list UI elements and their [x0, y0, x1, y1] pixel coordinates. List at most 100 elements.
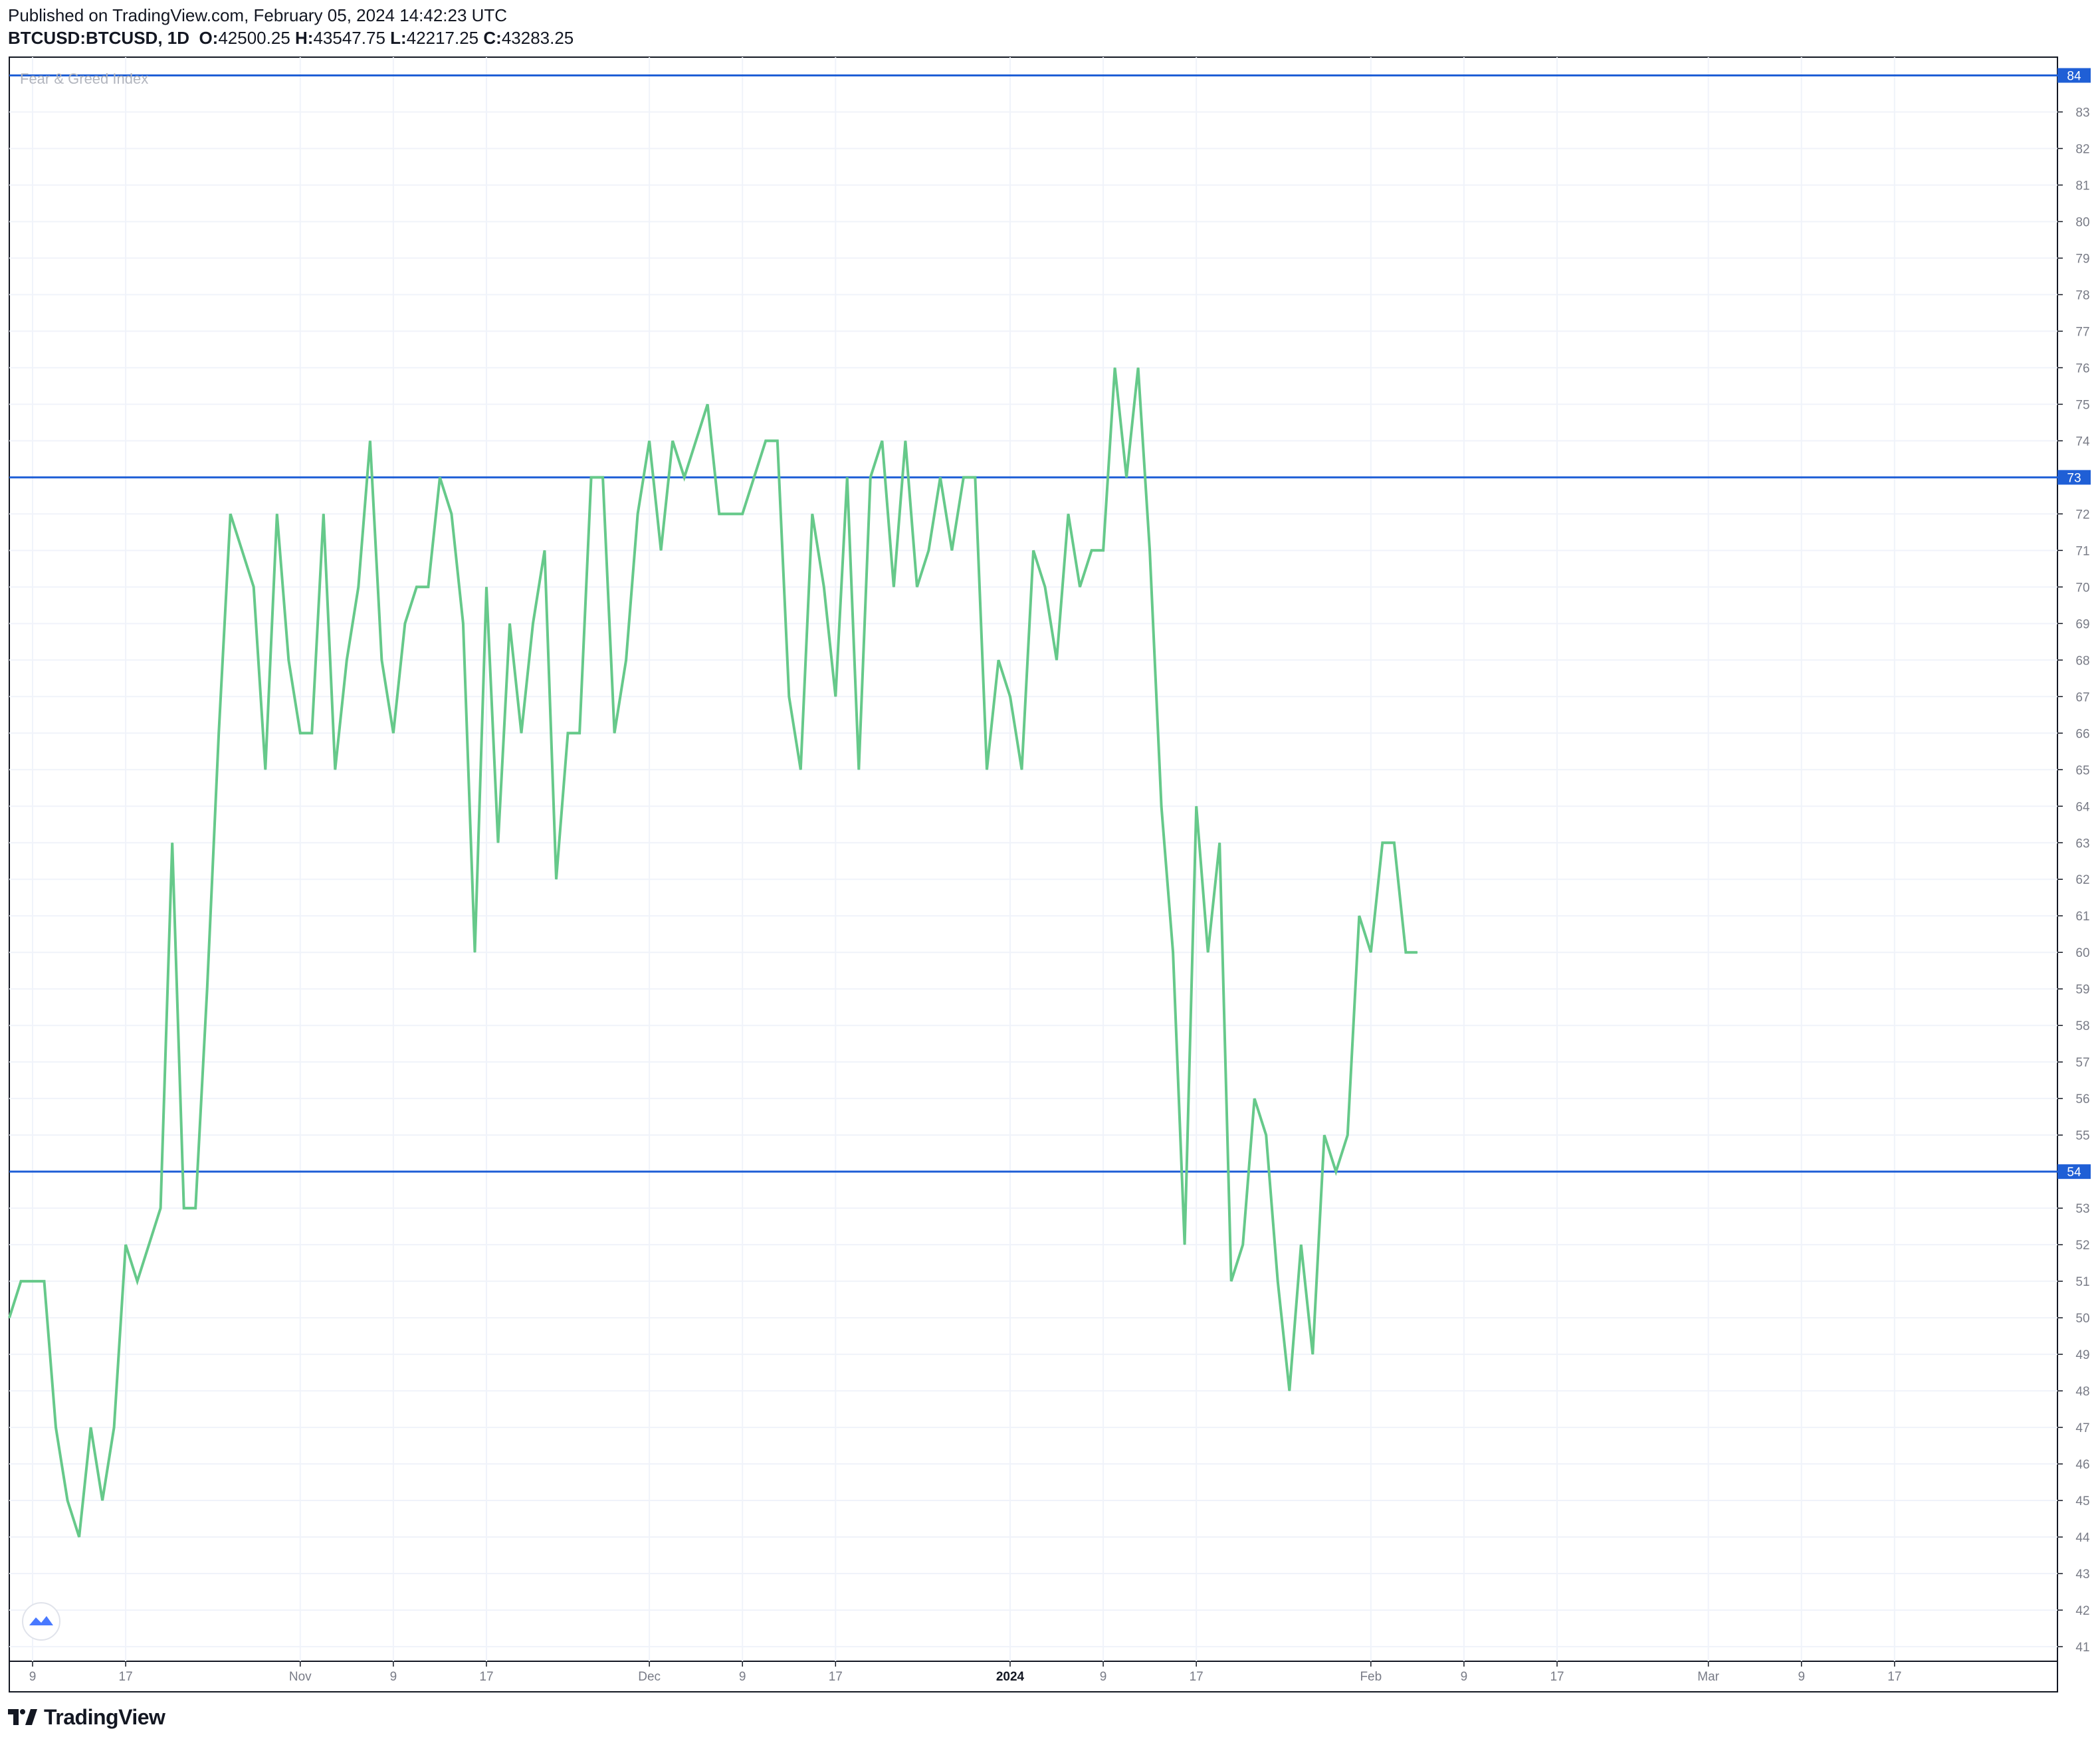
data-point — [974, 476, 976, 478]
y-tick-label: 71 — [2075, 544, 2089, 558]
y-tick-label: 64 — [2075, 800, 2090, 814]
brand-name: TradingView — [44, 1704, 165, 1729]
y-axis: 41 42 43 44 45 46 47 48 49 50 51 52 53 54 55 56 57 58 59 60… — [2057, 69, 2090, 1655]
y-tick-label: 44 — [2075, 1531, 2090, 1545]
y-tick-label: 67 — [2075, 690, 2089, 704]
data-point — [1114, 367, 1116, 368]
y-tick-label: 57 — [2075, 1056, 2089, 1070]
y-tick-label: 83 — [2075, 106, 2089, 120]
y-tick-label: 43 — [2075, 1568, 2089, 1582]
y-tick-label: 75 — [2075, 398, 2089, 412]
data-point — [381, 659, 382, 661]
data-point — [474, 952, 475, 953]
data-point — [264, 769, 266, 770]
data-point — [521, 732, 522, 734]
data-point — [1254, 1098, 1255, 1099]
y-tick-label: 80 — [2075, 215, 2089, 229]
data-point — [1021, 769, 1022, 770]
hline-price-label: 54 — [2067, 1166, 2081, 1179]
data-point — [614, 732, 615, 734]
x-tick-label: 9 — [29, 1670, 37, 1684]
data-point — [835, 696, 836, 697]
y-tick-label: 51 — [2075, 1275, 2089, 1289]
data-point — [346, 659, 348, 661]
data-point — [1370, 952, 1372, 953]
y-tick-label: 48 — [2075, 1385, 2089, 1399]
data-point — [544, 550, 546, 551]
data-point — [67, 1500, 68, 1501]
data-point — [160, 1207, 161, 1209]
data-point — [1126, 476, 1127, 478]
data-point — [1417, 952, 1418, 953]
x-tick-label: 17 — [479, 1670, 493, 1684]
data-point — [1312, 1354, 1313, 1355]
data-point — [1277, 1280, 1279, 1282]
y-tick-label: 41 — [2075, 1641, 2089, 1655]
data-point — [1347, 1134, 1348, 1136]
y-tick-label: 78 — [2075, 288, 2089, 302]
y-tick-label: 82 — [2075, 142, 2089, 156]
y-tick-label: 79 — [2075, 252, 2089, 266]
x-tick-label: 9 — [1100, 1670, 1107, 1684]
x-tick-label: 9 — [390, 1670, 397, 1684]
y-tick-label: 66 — [2075, 727, 2089, 741]
data-point — [137, 1280, 138, 1282]
y-tick-label: 56 — [2075, 1092, 2089, 1106]
x-tick-label: 9 — [1798, 1670, 1805, 1684]
y-tick-label: 46 — [2075, 1458, 2089, 1472]
tv-logo-icon — [22, 1602, 60, 1641]
x-tick-label: 17 — [829, 1670, 843, 1684]
y-tick-label: 62 — [2075, 873, 2089, 887]
data-point — [1161, 805, 1162, 807]
x-tick-label: Dec — [638, 1670, 661, 1684]
y-tick-label: 55 — [2075, 1129, 2089, 1143]
x-tick-label: 17 — [1190, 1670, 1204, 1684]
data-point — [532, 623, 534, 624]
y-tick-label: 50 — [2075, 1312, 2089, 1326]
hline-price-label: 73 — [2067, 471, 2081, 485]
x-axis: 9 17 Nov 9 17 Dec 9 17 2024 9 17 Feb 9 17 Mar 9 17 — [29, 1661, 1901, 1684]
data-point — [707, 403, 708, 405]
data-point — [963, 476, 964, 478]
x-tick-label: 9 — [739, 1670, 746, 1684]
data-point — [183, 1207, 185, 1209]
y-tick-label: 52 — [2075, 1239, 2089, 1253]
data-point — [556, 878, 557, 880]
data-point — [998, 659, 999, 661]
y-tick-label: 49 — [2075, 1348, 2089, 1362]
x-tick-label: 2024 — [996, 1670, 1025, 1684]
data-point — [44, 1280, 45, 1282]
data-point — [288, 659, 289, 661]
data-point — [1265, 1134, 1267, 1136]
x-tick-label: Feb — [1360, 1670, 1382, 1684]
data-point — [78, 1536, 80, 1538]
y-tick-label: 58 — [2075, 1019, 2089, 1033]
data-point — [870, 476, 871, 478]
data-point — [1102, 550, 1104, 551]
x-tick-label: 17 — [1887, 1670, 1901, 1684]
y-tick-label: 81 — [2075, 179, 2089, 193]
data-point — [986, 769, 988, 770]
data-point — [90, 1427, 92, 1428]
data-point — [1091, 550, 1093, 551]
indicator-label: Fear & Greed Index — [20, 70, 149, 87]
data-point — [928, 550, 929, 551]
y-tick-label: 53 — [2075, 1202, 2089, 1216]
chart-area[interactable]: 41 42 43 44 45 46 47 48 49 50 51 52 53 54 55 56 57 58 59 60… — [0, 0, 2100, 1741]
y-tick-label: 61 — [2075, 910, 2089, 924]
y-tick-label: 69 — [2075, 617, 2089, 631]
grid-lines — [9, 57, 2057, 1661]
y-tick-label: 63 — [2075, 837, 2089, 851]
y-tick-label: 70 — [2075, 581, 2089, 595]
data-point — [509, 623, 510, 624]
data-point — [579, 732, 580, 734]
x-tick-label: 17 — [119, 1670, 133, 1684]
data-point — [1033, 550, 1034, 551]
data-point — [1196, 805, 1197, 807]
data-point — [241, 550, 243, 551]
data-point — [800, 769, 801, 770]
tradingview-logo-icon — [8, 1709, 37, 1725]
data-point — [625, 659, 627, 661]
x-tick-label: 9 — [1461, 1670, 1468, 1684]
x-tick-label: Nov — [289, 1670, 312, 1684]
